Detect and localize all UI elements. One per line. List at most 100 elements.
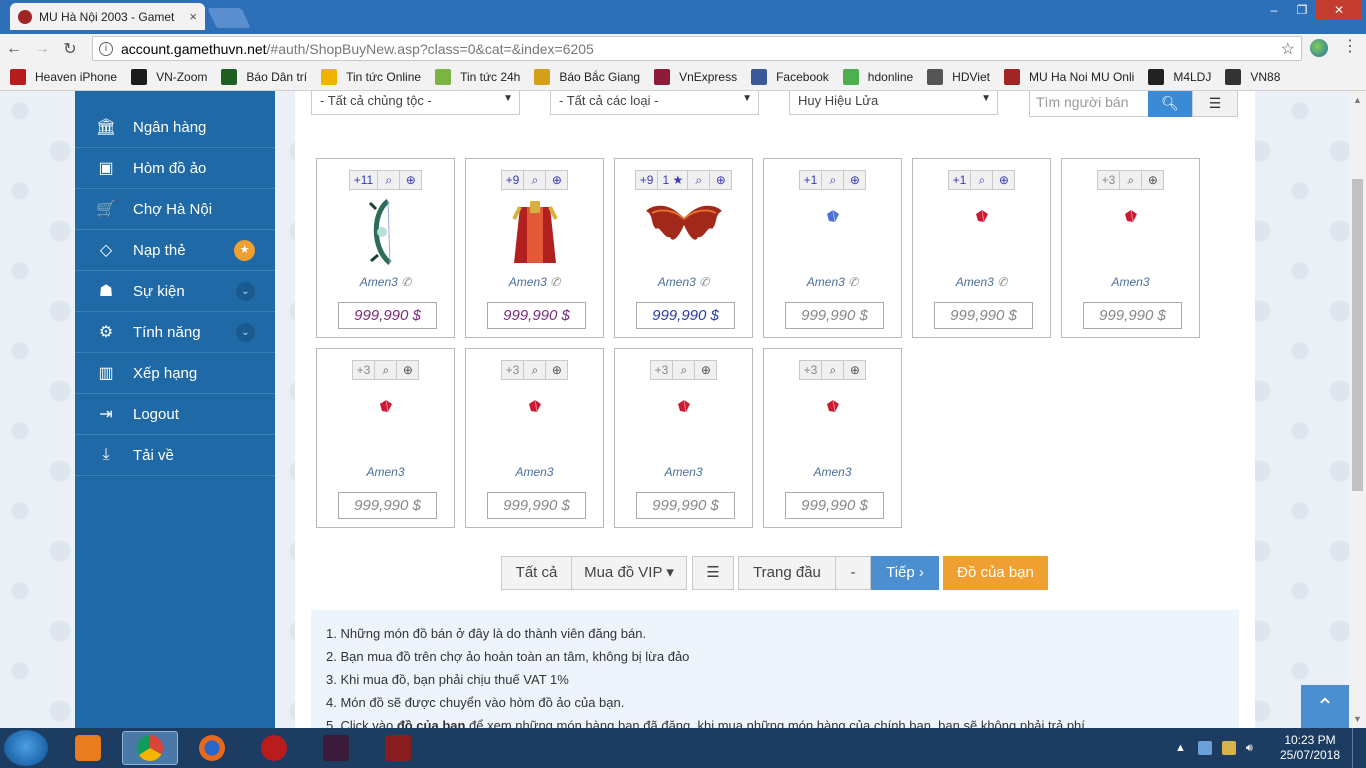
bookmark-item[interactable]: Tin tức Online (321, 69, 421, 85)
item-image-gem-red[interactable] (615, 399, 752, 413)
item-image-armor[interactable] (466, 199, 603, 265)
item-price-button[interactable]: 999,990 $ (487, 492, 586, 519)
scrollbar-thumb[interactable] (1352, 179, 1363, 491)
item-price-button[interactable]: 999,990 $ (785, 492, 884, 519)
taskbar-mu-launcher[interactable] (308, 731, 364, 765)
item-image-gem-blue[interactable] (764, 209, 901, 223)
sidebar-item[interactable]: ⚙ Tính năng ⌄ (75, 312, 275, 353)
item-zoom-icon[interactable]: ⊕ (546, 170, 569, 190)
chevron-down-icon[interactable]: ⌄ (236, 322, 255, 342)
back-icon[interactable]: ← (0, 40, 28, 58)
tray-network-icon[interactable] (1221, 741, 1236, 755)
item-price-button[interactable]: 999,990 $ (785, 302, 884, 329)
seller-name[interactable]: Amen3 (658, 275, 696, 289)
race-filter-select[interactable]: - Tất cả chủng tộc - ▼ (311, 91, 520, 115)
shop-item-card[interactable]: +1 ⌕ ⊕ Amen3 ✆ 999,990 $ (912, 158, 1051, 338)
seller-name[interactable]: Amen3 (366, 465, 404, 479)
item-zoom-icon[interactable]: ⊕ (844, 360, 867, 380)
item-zoom-icon[interactable]: ⊕ (710, 170, 733, 190)
item-price-button[interactable]: 999,990 $ (487, 302, 586, 329)
browser-menu-icon[interactable]: ⋮ (1342, 36, 1358, 56)
minimize-button[interactable]: – (1260, 0, 1288, 20)
shop-item-card[interactable]: +1 ⌕ ⊕ Amen3 ✆ 999,990 $ (763, 158, 902, 338)
item-price-button[interactable]: 999,990 $ (338, 492, 437, 519)
volume-icon[interactable]: 🔊︎ (1246, 742, 1253, 755)
item-zoom-icon[interactable]: ⊕ (1142, 170, 1165, 190)
item-price-button[interactable]: 999,990 $ (338, 302, 437, 329)
list-view-button[interactable]: ☰ (1192, 91, 1238, 117)
sidebar-item[interactable]: ◇ Nạp thẻ ★ (75, 230, 275, 271)
bookmark-item[interactable]: Tin tức 24h (435, 69, 520, 85)
item-image-gem-red[interactable] (317, 399, 454, 413)
item-search-icon[interactable]: ⌕ (524, 360, 547, 380)
seller-search-input[interactable]: Tìm người bán (1029, 91, 1149, 117)
taskbar-mu-hanoi[interactable] (370, 731, 426, 765)
item-image-gem-red[interactable] (764, 399, 901, 413)
item-search-icon[interactable]: ⌕ (673, 360, 696, 380)
sidebar-item[interactable]: ▣ Hòm đồ ảo (75, 148, 275, 189)
show-desktop-button[interactable] (1352, 728, 1366, 768)
taskbar-media-player[interactable] (60, 731, 116, 765)
item-image-gem-red[interactable] (466, 399, 603, 413)
all-items-button[interactable]: Tất cả (501, 556, 572, 590)
type-filter-select[interactable]: - Tất cả các loại - ▼ (550, 91, 759, 115)
item-search-icon[interactable]: ⌕ (524, 170, 547, 190)
close-window-button[interactable]: ✕ (1316, 0, 1362, 20)
sidebar-item[interactable]: ⤓ Tải về (75, 435, 275, 476)
bookmark-item[interactable]: M4LDJ (1148, 69, 1211, 85)
scroll-up-arrow-icon[interactable]: ▲ (1353, 95, 1362, 105)
taskbar-game-app[interactable] (246, 731, 302, 765)
shop-item-card[interactable]: +9 ⌕ ⊕ Amen3 ✆ 999,990 $ (465, 158, 604, 338)
shop-item-card[interactable]: +3 ⌕ ⊕ Amen3 999,990 $ (614, 348, 753, 528)
start-button[interactable] (4, 730, 48, 766)
sidebar-item[interactable]: 🏛 Ngân hàng (75, 107, 275, 148)
bookmark-item[interactable]: VnExpress (654, 69, 737, 85)
shop-item-card[interactable]: +3 ⌕ ⊕ Amen3 999,990 $ (1061, 158, 1200, 338)
item-image-gem-red[interactable] (1062, 209, 1199, 223)
bookmark-star-icon[interactable]: ☆ (1281, 39, 1295, 59)
item-image-wings[interactable] (615, 199, 752, 251)
bookmark-item[interactable]: HDViet (927, 69, 990, 85)
my-items-button[interactable]: Đồ của bạn (943, 556, 1048, 590)
sidebar-item[interactable]: 🛒 Chợ Hà Nội (75, 189, 275, 230)
item-search-icon[interactable]: ⌕ (378, 170, 401, 190)
buy-vip-dropdown[interactable]: Mua đồ VIP ▾ (572, 556, 687, 590)
shop-item-card[interactable]: +3 ⌕ ⊕ Amen3 999,990 $ (763, 348, 902, 528)
sidebar-item[interactable]: ☗ Sự kiện ⌄ (75, 271, 275, 312)
bookmark-item[interactable]: hdonline (842, 69, 913, 85)
bookmark-item[interactable]: MU Ha Noi MU Onli (1003, 69, 1134, 85)
item-search-icon[interactable]: ⌕ (1120, 170, 1143, 190)
item-zoom-icon[interactable]: ⊕ (397, 360, 420, 380)
item-price-button[interactable]: 999,990 $ (934, 302, 1033, 329)
item-zoom-icon[interactable]: ⊕ (400, 170, 423, 190)
sidebar-item[interactable]: ▥ Xếp hạng (75, 353, 275, 394)
shop-item-card[interactable]: +3 ⌕ ⊕ Amen3 999,990 $ (465, 348, 604, 528)
browser-tab[interactable]: MU Hà Nội 2003 - Gamet × (10, 3, 205, 30)
shop-item-card[interactable]: +11 ⌕ ⊕ Amen3 ✆ 999,990 $ (316, 158, 455, 338)
new-tab-button[interactable] (207, 8, 251, 28)
seller-name[interactable]: Amen3 (664, 465, 702, 479)
scroll-down-arrow-icon[interactable]: ▼ (1353, 714, 1362, 724)
search-button[interactable]: 🔍︎ (1148, 91, 1192, 117)
item-price-button[interactable]: 999,990 $ (636, 492, 735, 519)
item-search-icon[interactable]: ⌕ (822, 360, 845, 380)
tab-close-icon[interactable]: × (189, 9, 197, 24)
seller-name[interactable]: Amen3 (509, 275, 547, 289)
grid-list-toggle-icon[interactable]: ☰ (692, 556, 734, 590)
page-scrollbar[interactable]: ▲ ▼ (1349, 91, 1366, 728)
shop-item-card[interactable]: +3 ⌕ ⊕ Amen3 999,990 $ (316, 348, 455, 528)
item-image-gem-red[interactable] (913, 209, 1050, 223)
next-page-button[interactable]: Tiếp › (871, 556, 939, 590)
bookmark-item[interactable]: VN-Zoom (131, 69, 207, 85)
site-info-icon[interactable]: i (99, 41, 113, 56)
item-zoom-icon[interactable]: ⊕ (695, 360, 718, 380)
category-filter-select[interactable]: Huy Hiệu Lửa ▼ (789, 91, 998, 115)
taskbar-chrome[interactable] (122, 731, 178, 765)
extension-globe-icon[interactable] (1310, 39, 1328, 57)
system-clock[interactable]: 10:23 PM 25/07/2018 (1275, 733, 1345, 763)
chevron-down-icon[interactable]: ⌄ (236, 281, 255, 301)
taskbar-firefox[interactable] (184, 731, 240, 765)
shop-item-card[interactable]: +9 1 ★ ⌕ ⊕ Amen3 ✆ 999,990 $ (614, 158, 753, 338)
sidebar-item[interactable]: ⇥ Logout (75, 394, 275, 435)
tray-app-icon[interactable] (1197, 741, 1212, 755)
